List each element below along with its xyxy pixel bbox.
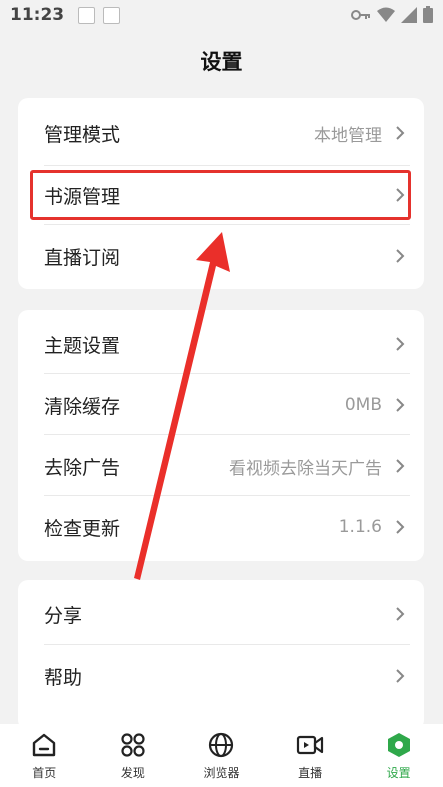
row-label: 主题设置 xyxy=(44,334,121,357)
row-value: 本地管理 xyxy=(314,125,382,146)
row-value: 1.1.6 xyxy=(338,517,382,537)
status-bar: 11:23 xyxy=(0,0,443,30)
settings-group-3: 分享 帮助 xyxy=(18,580,424,730)
row-label: 管理模式 xyxy=(44,123,121,146)
settings-row-remove-ads[interactable]: 去除广告 看视频去除当天广告 xyxy=(18,435,424,497)
row-value: 0MB xyxy=(344,395,382,415)
settings-row-share[interactable]: 分享 xyxy=(18,583,424,645)
chevron-right-icon xyxy=(396,459,405,473)
tab-label: 首页 xyxy=(32,766,57,780)
settings-row-check-update[interactable]: 检查更新 1.1.6 xyxy=(18,496,424,558)
row-label: 分享 xyxy=(44,604,83,627)
row-label: 帮助 xyxy=(44,666,83,689)
settings-row-live-subscription[interactable]: 直播订阅 xyxy=(18,225,424,287)
tab-label: 发现 xyxy=(120,766,145,780)
settings-icon xyxy=(387,733,410,757)
chevron-right-icon xyxy=(396,126,405,140)
bottom-tab-bar: 首页 发现 浏览器 直播 设置 xyxy=(0,724,443,787)
browser-icon xyxy=(209,732,234,758)
tab-home[interactable]: 首页 xyxy=(0,724,89,787)
key-icon xyxy=(351,8,371,22)
tab-browser[interactable]: 浏览器 xyxy=(177,724,266,787)
row-label: 清除缓存 xyxy=(44,395,121,418)
home-icon xyxy=(33,733,56,757)
row-label: 检查更新 xyxy=(44,517,121,540)
chevron-right-icon xyxy=(396,520,405,534)
tab-label: 直播 xyxy=(298,766,323,780)
chevron-right-icon xyxy=(396,249,405,263)
chevron-right-icon xyxy=(396,398,405,412)
chevron-right-icon xyxy=(396,669,405,683)
battery-icon xyxy=(423,6,433,23)
discover-icon xyxy=(121,733,145,757)
page-title: 设置 xyxy=(200,50,243,74)
row-value: 看视频去除当天广告 xyxy=(229,458,382,479)
tab-label: 浏览器 xyxy=(203,766,240,780)
tab-live[interactable]: 直播 xyxy=(266,724,355,787)
notification-icon xyxy=(78,6,96,24)
status-time: 11:23 xyxy=(10,5,65,25)
highlight-box xyxy=(30,170,411,220)
live-icon xyxy=(296,735,324,755)
settings-row-theme[interactable]: 主题设置 xyxy=(18,313,424,375)
settings-group-2: 主题设置 清除缓存 0MB 去除广告 看视频去除当天广告 检查更新 1.1.6 xyxy=(18,310,424,561)
settings-row-management-mode[interactable]: 管理模式 本地管理 xyxy=(18,102,424,164)
row-label: 直播订阅 xyxy=(44,246,121,269)
notification-icon xyxy=(103,6,121,24)
tab-discover[interactable]: 发现 xyxy=(89,724,178,787)
settings-row-help[interactable]: 帮助 xyxy=(18,645,424,707)
settings-row-clear-cache[interactable]: 清除缓存 0MB xyxy=(18,374,424,436)
chevron-right-icon xyxy=(396,607,405,621)
chevron-right-icon xyxy=(396,337,405,351)
tab-label: 设置 xyxy=(386,766,411,780)
signal-icon xyxy=(401,6,417,23)
tab-settings[interactable]: 设置 xyxy=(354,724,443,787)
row-label: 去除广告 xyxy=(44,456,121,479)
wifi-icon xyxy=(377,7,395,23)
